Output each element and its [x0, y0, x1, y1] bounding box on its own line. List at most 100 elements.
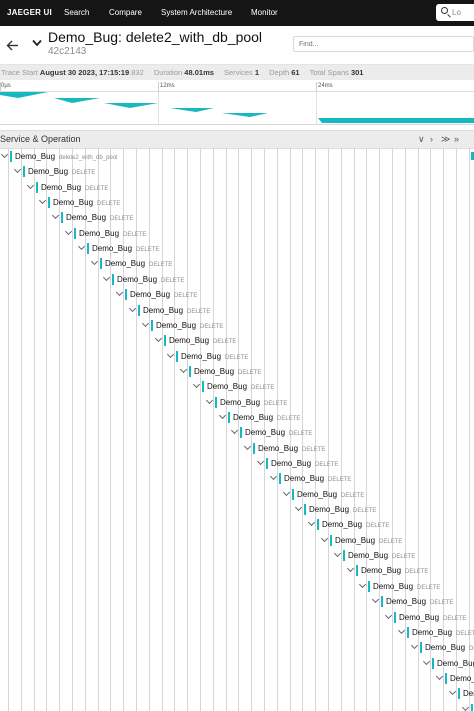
- chevron-down-icon[interactable]: [154, 334, 163, 343]
- chevron-down-icon[interactable]: [128, 304, 137, 313]
- collapse-all-icon[interactable]: ≫: [441, 131, 450, 148]
- chevron-down-icon[interactable]: [64, 227, 73, 236]
- service-color-bar: [432, 658, 434, 669]
- chevron-down-icon[interactable]: [410, 641, 419, 650]
- nav-monitor[interactable]: Monitor: [251, 0, 278, 26]
- span-row[interactable]: Demo_BugDELETE: [0, 563, 474, 578]
- chevron-down-icon[interactable]: [218, 411, 227, 420]
- chevron-down-icon[interactable]: [38, 196, 47, 205]
- span-service-label: Demo_Bug: [361, 566, 402, 575]
- span-row[interactable]: Demo_BugDELETE: [0, 456, 474, 471]
- span-row[interactable]: Demo_Bug delete2_with_db_pool: [0, 149, 474, 164]
- span-row[interactable]: Demo_BugDELETE: [0, 502, 474, 517]
- chevron-down-icon[interactable]: [102, 273, 111, 282]
- top-nav: JAEGER UI Search Compare System Architec…: [0, 0, 474, 26]
- span-row[interactable]: Demo_BugDELETE: [0, 487, 474, 502]
- chevron-down-icon[interactable]: [346, 564, 355, 573]
- span-row[interactable]: Demo_BugDELETE: [0, 333, 474, 348]
- chevron-down-icon[interactable]: [333, 549, 342, 558]
- chevron-down-icon[interactable]: [307, 518, 316, 527]
- chevron-down-icon[interactable]: [0, 150, 9, 159]
- collapse-one-icon[interactable]: ∨: [418, 131, 425, 148]
- span-operation-name: DELETE: [85, 186, 109, 192]
- nav-system-architecture[interactable]: System Architecture: [161, 0, 232, 26]
- chevron-down-icon[interactable]: [384, 611, 393, 620]
- span-row[interactable]: Demo_BugDELETE: [0, 686, 474, 701]
- nav-search[interactable]: Search: [64, 0, 89, 26]
- span-row[interactable]: Demo_BugDELETE: [0, 471, 474, 486]
- span-row[interactable]: Demo_BugDELETE: [0, 640, 474, 655]
- span-row[interactable]: Demo_BugDELETE: [0, 410, 474, 425]
- span-row[interactable]: Demo_BugDELETE: [0, 656, 474, 671]
- span-row[interactable]: Demo_BugDELETE: [0, 256, 474, 271]
- find-input[interactable]: [293, 36, 474, 52]
- chevron-down-icon[interactable]: [141, 319, 150, 328]
- span-row[interactable]: Demo_BugDELETE: [0, 226, 474, 241]
- span-row[interactable]: Demo_BugDELETE: [0, 425, 474, 440]
- trace-minimap[interactable]: 0μs 12ms 24ms: [0, 82, 474, 125]
- span-operation-name: DELETE: [238, 370, 262, 376]
- chevron-down-icon[interactable]: [422, 657, 431, 666]
- span-row[interactable]: Demo_BugDELETE: [0, 287, 474, 302]
- span-row[interactable]: Demo_BugDELETE: [0, 195, 474, 210]
- span-service-name: Demo_BugDELETE: [463, 686, 474, 703]
- back-arrow-icon[interactable]: [6, 39, 19, 52]
- chevron-down-icon[interactable]: [461, 703, 470, 711]
- span-row[interactable]: Demo_BugDELETE: [0, 303, 474, 318]
- service-color-bar: [240, 427, 242, 438]
- span-service-label: Demo_Bug: [194, 367, 235, 376]
- chevron-down-icon[interactable]: [397, 626, 406, 635]
- expand-one-icon[interactable]: ›: [430, 131, 433, 148]
- span-row[interactable]: Demo_BugDELETE: [0, 395, 474, 410]
- span-service-label: Demo_Bug: [425, 643, 466, 652]
- span-operation-name: DELETE: [264, 401, 288, 407]
- trace-start-value: August 30 2023, 17:15:19: [39, 68, 130, 77]
- span-row[interactable]: Demo_BugDELETE: [0, 441, 474, 456]
- chevron-down-icon[interactable]: [243, 442, 252, 451]
- span-row[interactable]: Demo_BugDELETE: [0, 671, 474, 686]
- span-row[interactable]: Demo_BugDELETE: [0, 610, 474, 625]
- chevron-down-icon[interactable]: [51, 211, 60, 220]
- chevron-down-icon[interactable]: [179, 365, 188, 374]
- expand-all-icon[interactable]: »: [454, 131, 459, 148]
- span-row[interactable]: Demo_BugDELETE: [0, 210, 474, 225]
- chevron-down-icon[interactable]: [282, 488, 291, 497]
- chevron-down-icon[interactable]: [13, 165, 22, 174]
- span-row[interactable]: Demo_BugDELETE: [0, 579, 474, 594]
- chevron-down-icon[interactable]: [166, 350, 175, 359]
- chevron-down-icon[interactable]: [256, 457, 265, 466]
- span-row[interactable]: Demo_BugDELETE: [0, 702, 474, 711]
- chevron-down-icon[interactable]: [358, 580, 367, 589]
- chevron-down-icon[interactable]: [269, 472, 278, 481]
- chevron-down-icon[interactable]: [26, 181, 35, 190]
- chevron-down-icon[interactable]: [448, 687, 457, 696]
- span-row[interactable]: Demo_BugDELETE: [0, 241, 474, 256]
- service-color-bar: [151, 320, 153, 331]
- span-row[interactable]: Demo_BugDELETE: [0, 379, 474, 394]
- span-row[interactable]: Demo_BugDELETE: [0, 548, 474, 563]
- chevron-down-icon[interactable]: [230, 426, 239, 435]
- chevron-down-icon[interactable]: [320, 534, 329, 543]
- chevron-down-icon[interactable]: [90, 257, 99, 266]
- chevron-down-icon[interactable]: [115, 288, 124, 297]
- chevron-down-icon[interactable]: [205, 396, 214, 405]
- chevron-down-icon[interactable]: [435, 672, 444, 681]
- span-row[interactable]: Demo_BugDELETE: [0, 349, 474, 364]
- jaeger-logo[interactable]: JAEGER UI: [7, 0, 52, 26]
- chevron-down-icon[interactable]: [32, 38, 42, 48]
- chevron-down-icon[interactable]: [192, 380, 201, 389]
- chevron-down-icon[interactable]: [77, 242, 86, 251]
- span-row[interactable]: Demo_BugDELETE: [0, 594, 474, 609]
- span-row[interactable]: Demo_BugDELETE: [0, 180, 474, 195]
- lookup-trace-input[interactable]: Lo: [436, 4, 474, 21]
- nav-compare[interactable]: Compare: [109, 0, 142, 26]
- chevron-down-icon[interactable]: [294, 503, 303, 512]
- span-row[interactable]: Demo_BugDELETE: [0, 272, 474, 287]
- span-row[interactable]: Demo_BugDELETE: [0, 625, 474, 640]
- span-row[interactable]: Demo_BugDELETE: [0, 164, 474, 179]
- span-row[interactable]: Demo_BugDELETE: [0, 517, 474, 532]
- span-row[interactable]: Demo_BugDELETE: [0, 318, 474, 333]
- span-row[interactable]: Demo_BugDELETE: [0, 364, 474, 379]
- span-row[interactable]: Demo_BugDELETE: [0, 533, 474, 548]
- chevron-down-icon[interactable]: [371, 595, 380, 604]
